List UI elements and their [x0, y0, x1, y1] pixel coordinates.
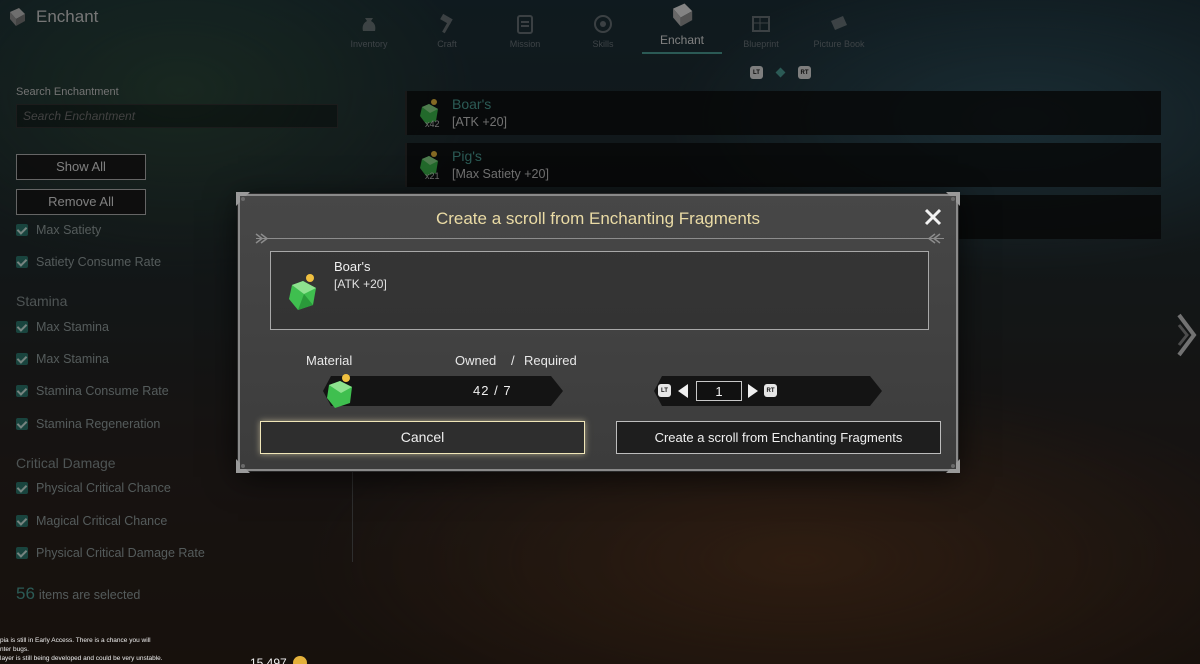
rt-button-icon[interactable]: RT: [764, 384, 777, 397]
corner-ornament-icon: [946, 459, 960, 473]
notice-line: pia is still in Early Access. There is a…: [0, 637, 151, 644]
quantity-input[interactable]: [696, 381, 742, 401]
early-access-notice: pia is still in Early Access. There is a…: [0, 636, 200, 663]
count-separator: /: [494, 383, 499, 398]
lt-button-icon[interactable]: LT: [658, 384, 671, 397]
decrement-arrow-icon[interactable]: [677, 383, 689, 399]
material-bar-bg: [323, 376, 563, 406]
selected-enchant-box: Boar's [ATK +20]: [270, 251, 929, 330]
corner-ornament-icon: [236, 459, 250, 473]
fragment-icon: [327, 374, 352, 408]
notice-line: layer is still being developed and could…: [0, 655, 163, 662]
coin-icon: [292, 656, 307, 664]
create-scroll-button[interactable]: Create a scroll from Enchanting Fragment…: [616, 421, 941, 454]
enchant-name: Boar's: [334, 259, 371, 274]
owned-required-separator: /: [511, 353, 515, 368]
required-header: Required: [524, 353, 577, 368]
enchant-effect: [ATK +20]: [334, 277, 387, 291]
required-value: 7: [503, 383, 512, 398]
material-count: 42 / 7: [473, 383, 512, 398]
divider-ornament-icon: [928, 233, 941, 244]
owned-value: 42: [473, 383, 490, 398]
create-scroll-dialog: Create a scroll from Enchanting Fragment…: [236, 192, 960, 473]
material-row: 42 / 7: [323, 374, 563, 408]
material-header: Material: [306, 353, 353, 368]
cancel-button[interactable]: Cancel: [260, 421, 585, 454]
close-icon[interactable]: [922, 206, 944, 228]
quantity-stepper: LT RT: [654, 376, 882, 406]
owned-header: Owned: [455, 353, 497, 368]
dialog-title: Create a scroll from Enchanting Fragment…: [435, 209, 761, 228]
money-amount: 15,497: [250, 656, 287, 664]
title-divider: [256, 238, 944, 239]
divider-ornament-icon: [255, 233, 268, 244]
notice-line: nter bugs.: [0, 646, 29, 653]
increment-arrow-icon[interactable]: [747, 383, 759, 399]
fragment-icon: [289, 274, 316, 310]
money-display: 15,497: [250, 656, 307, 664]
